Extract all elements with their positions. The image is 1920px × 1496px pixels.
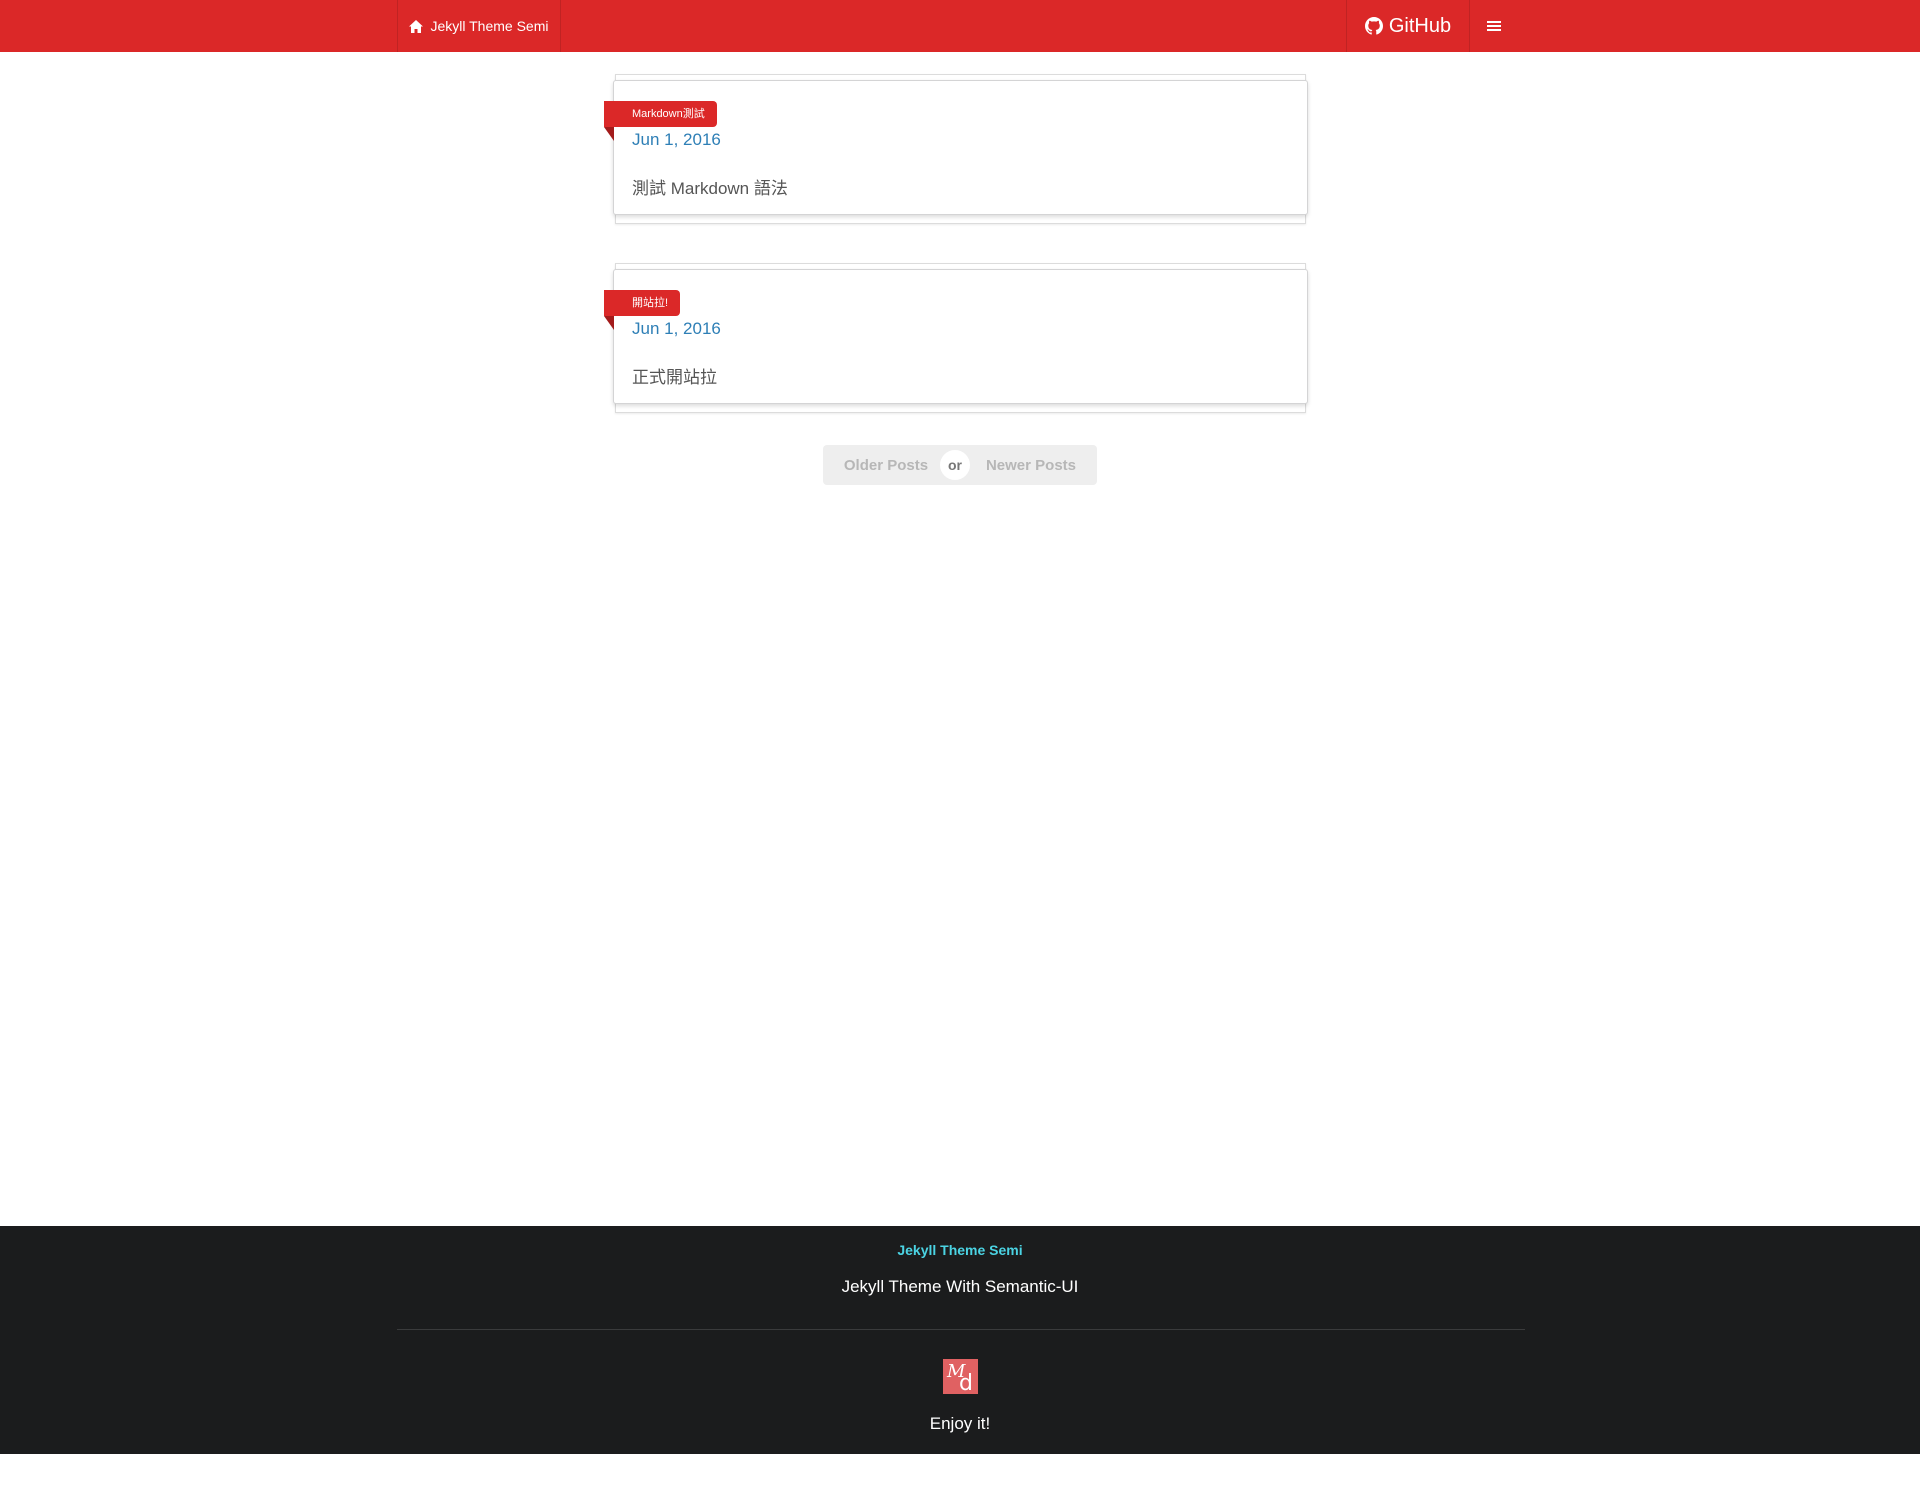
- footer-subtitle: Jekyll Theme With Semantic-UI: [841, 1277, 1079, 1296]
- menu-toggle-button[interactable]: [1470, 0, 1518, 52]
- post-card-body: Markdown測試 Jun 1, 2016 測試 Markdown 語法: [604, 80, 1308, 215]
- brand-link[interactable]: Jekyll Theme Semi: [397, 0, 561, 52]
- menu-container: Jekyll Theme Semi GitHub: [397, 0, 1525, 52]
- or-divider: or: [940, 450, 970, 480]
- top-menu-bar: Jekyll Theme Semi GitHub: [0, 0, 1920, 52]
- footer-enjoy-text: Enjoy it!: [929, 1414, 991, 1433]
- post-card: Markdown測試 Jun 1, 2016 測試 Markdown 語法: [604, 74, 1308, 228]
- pagination: Older Posts Newer Posts or: [823, 445, 1097, 485]
- post-excerpt: 測試 Markdown 語法: [632, 179, 788, 198]
- ribbon-fold: [604, 127, 614, 141]
- post-card-body: 開站拉! Jun 1, 2016 正式開站拉: [604, 269, 1308, 404]
- brand-label: Jekyll Theme Semi: [430, 18, 549, 34]
- logo-letter-d: d: [959, 1371, 973, 1396]
- ribbon-fold: [604, 316, 614, 330]
- markdown-logo-icon[interactable]: M d: [943, 1359, 978, 1396]
- github-label: GitHub: [1388, 14, 1452, 37]
- post-date-link[interactable]: Jun 1, 2016: [632, 319, 721, 339]
- post-date-link[interactable]: Jun 1, 2016: [632, 130, 721, 150]
- newer-posts-button[interactable]: Newer Posts: [957, 445, 1097, 485]
- footer-title: Jekyll Theme Semi: [897, 1242, 1023, 1258]
- footer-divider: [397, 1329, 1525, 1330]
- github-link[interactable]: GitHub: [1346, 0, 1470, 52]
- github-icon: [1364, 17, 1383, 35]
- post-tag-ribbon[interactable]: 開站拉!: [604, 290, 681, 316]
- older-posts-button[interactable]: Older Posts: [823, 445, 957, 485]
- post-card: 開站拉! Jun 1, 2016 正式開站拉: [604, 263, 1308, 417]
- post-tag-ribbon[interactable]: Markdown測試: [604, 101, 717, 127]
- footer: Jekyll Theme Semi Jekyll Theme With Sema…: [0, 1226, 1920, 1454]
- home-icon: [409, 19, 424, 33]
- post-excerpt: 正式開站拉: [632, 368, 717, 387]
- hamburger-menu-icon: [1487, 21, 1501, 31]
